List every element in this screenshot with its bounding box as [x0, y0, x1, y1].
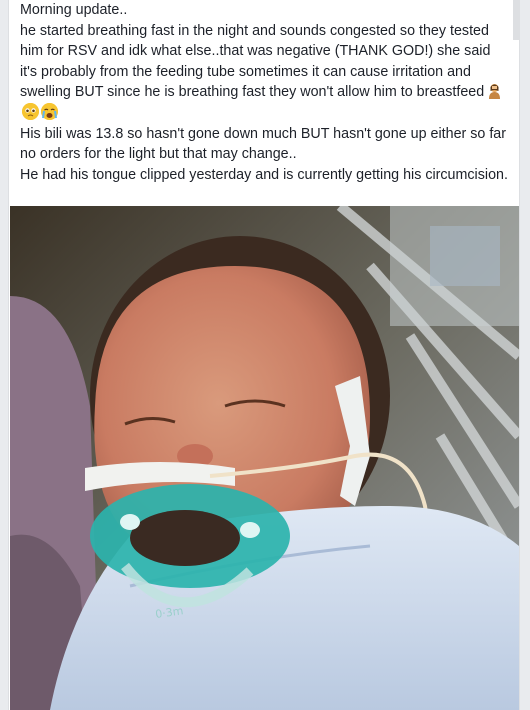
- post-text: Morning update.. he started breathing fa…: [20, 0, 508, 185]
- post-photo[interactable]: 0·3m: [10, 206, 519, 710]
- post-line-tongue: He had his tongue clipped yesterday and …: [20, 166, 508, 183]
- post-line-greeting: Morning update..: [20, 2, 128, 18]
- crying-face-icon: [41, 102, 58, 120]
- post-paragraph-breathing: he started breathing fast in the night a…: [20, 21, 508, 124]
- pleading-face-icon: [22, 102, 39, 120]
- post-card: Morning update.. he started breathing fa…: [8, 0, 520, 710]
- baby-photo-illustration: 0·3m: [10, 206, 519, 710]
- post-line-bili: His bili was 13.8 so hasn't gone down mu…: [20, 125, 507, 163]
- woman-facepalming-icon: [486, 82, 503, 100]
- scrollbar[interactable]: [513, 0, 519, 40]
- post-line-breathing: he started breathing fast in the night a…: [20, 22, 491, 101]
